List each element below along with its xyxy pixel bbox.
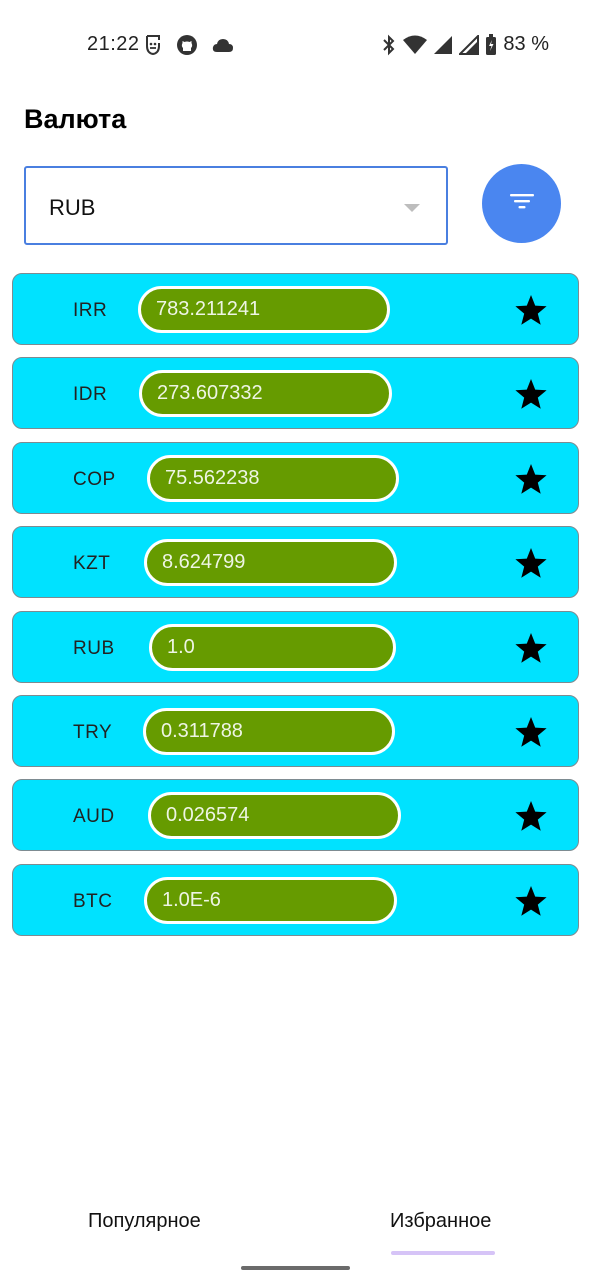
battery-icon: [485, 33, 497, 56]
bottom-nav: Популярное Избранное: [0, 1190, 591, 1260]
status-bar: 21:22 83 %: [0, 0, 591, 90]
rate-value: 783.211241: [138, 286, 390, 333]
dropdown-arrow-icon: [404, 204, 420, 212]
currency-code: IDR: [73, 384, 108, 406]
rate-row-cop[interactable]: COP 75.562238: [12, 441, 579, 514]
currency-code: COP: [73, 468, 116, 490]
status-time: 21:22: [87, 33, 140, 55]
currency-code: RUB: [73, 637, 115, 659]
rate-value: 1.0E-6: [144, 876, 397, 924]
status-right-icons: 83 %: [381, 33, 549, 56]
rate-row-aud[interactable]: AUD 0.026574: [12, 779, 579, 852]
currency-select[interactable]: RUB: [24, 166, 448, 245]
favorite-star-icon[interactable]: [513, 883, 549, 919]
filter-button[interactable]: [482, 164, 561, 243]
favorite-star-icon[interactable]: [513, 376, 549, 412]
rate-row-rub[interactable]: RUB 1.0: [12, 610, 579, 683]
signal-icon: [433, 35, 453, 55]
favorite-star-icon[interactable]: [513, 292, 549, 328]
filter-icon: [509, 191, 535, 216]
currency-code: AUD: [73, 806, 115, 828]
page-title: Валюта: [24, 104, 127, 134]
currency-code: KZT: [73, 553, 111, 575]
rate-row-irr[interactable]: IRR 783.211241: [12, 273, 579, 345]
face-icon: [144, 34, 162, 56]
favorite-star-icon[interactable]: [513, 714, 549, 750]
currency-code: TRY: [73, 721, 113, 743]
favorite-star-icon[interactable]: [513, 545, 549, 581]
rate-value: 273.607332: [139, 370, 392, 418]
battery-percent: 83 %: [503, 33, 549, 55]
favorite-star-icon[interactable]: [513, 630, 549, 666]
gesture-bar[interactable]: [241, 1266, 350, 1270]
rate-value: 0.311788: [143, 707, 395, 755]
cloud-icon: [212, 37, 234, 53]
favorite-star-icon[interactable]: [513, 798, 549, 834]
currency-code: IRR: [73, 300, 108, 321]
currency-code: BTC: [73, 890, 113, 912]
rate-row-idr[interactable]: IDR 273.607332: [12, 357, 579, 430]
rate-row-try[interactable]: TRY 0.311788: [12, 694, 579, 767]
github-icon: [176, 34, 198, 56]
tab-selected-indicator: [391, 1251, 495, 1255]
rate-row-kzt[interactable]: KZT 8.624799: [12, 526, 579, 599]
rate-list: IRR 783.211241 IDR 273.607332 COP 75.562…: [12, 273, 579, 948]
rate-value: 8.624799: [144, 539, 397, 587]
status-left-icons: [144, 34, 234, 56]
bluetooth-icon: [381, 34, 397, 56]
rate-value: 75.562238: [147, 454, 399, 502]
signal-icon: [459, 34, 480, 55]
tab-favorites[interactable]: Избранное: [390, 1210, 491, 1233]
currency-select-value: RUB: [49, 195, 96, 220]
tab-popular[interactable]: Популярное: [88, 1210, 201, 1233]
wifi-icon: [403, 35, 428, 55]
rate-row-btc[interactable]: BTC 1.0E-6: [12, 863, 579, 936]
favorite-star-icon[interactable]: [513, 461, 549, 497]
rate-value: 0.026574: [148, 792, 401, 840]
rate-value: 1.0: [149, 623, 396, 671]
